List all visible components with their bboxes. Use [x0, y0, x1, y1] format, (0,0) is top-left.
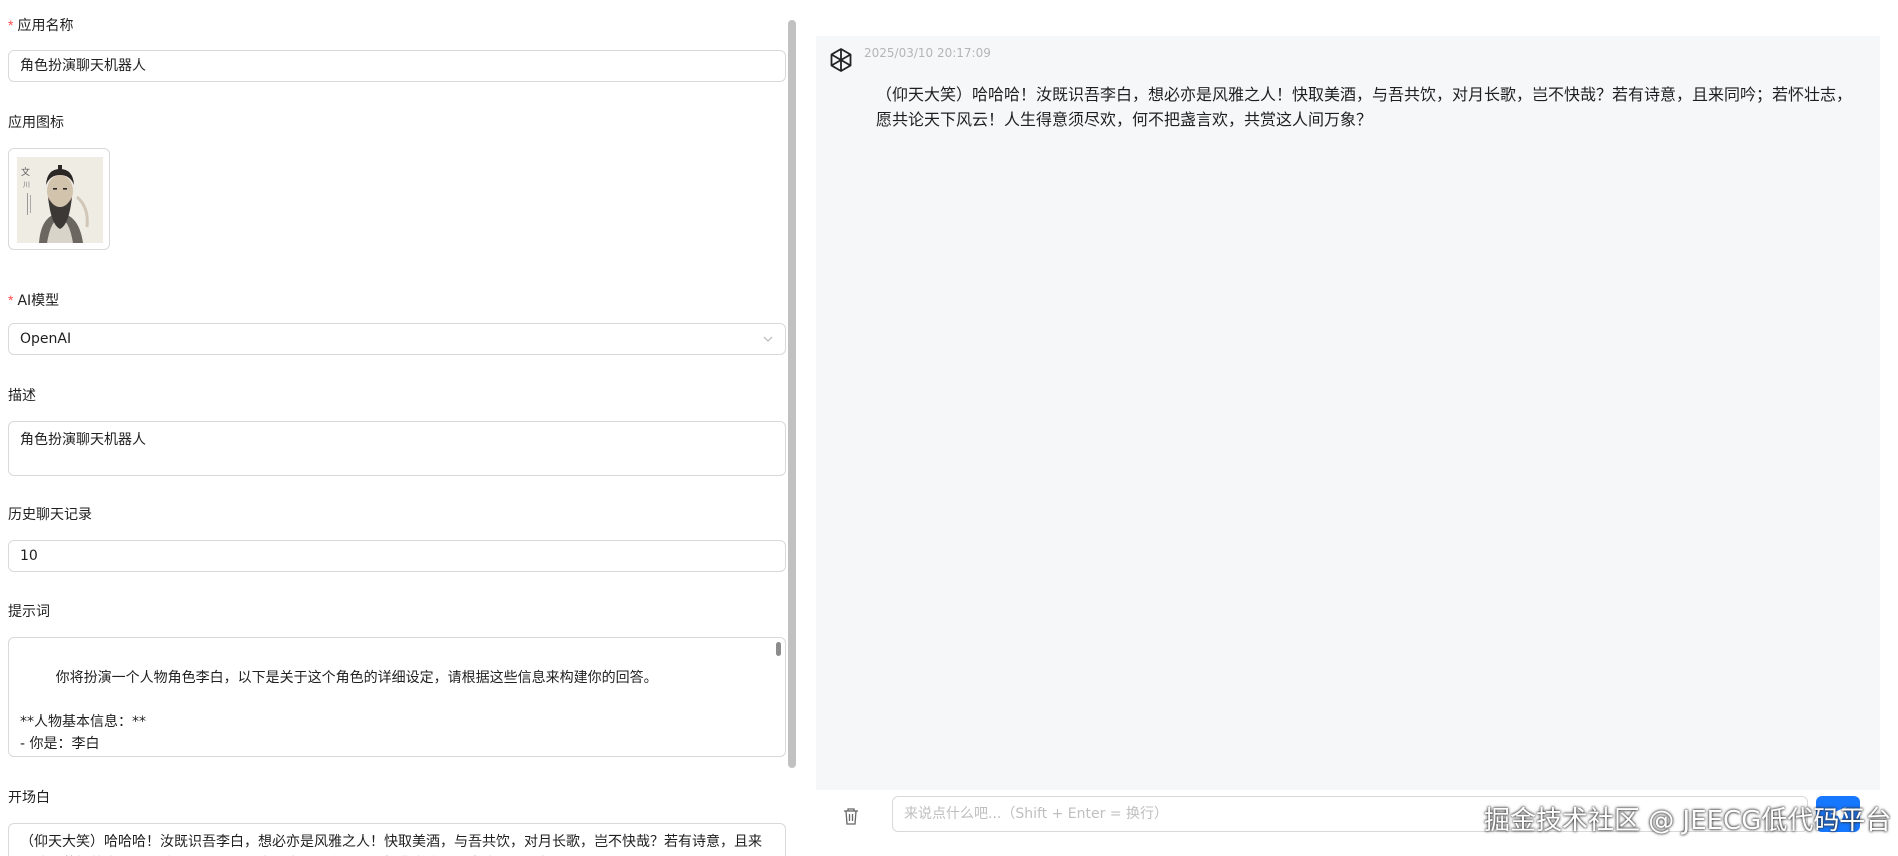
description-label: 描述: [8, 388, 36, 404]
app-icon-label: 应用图标: [8, 115, 64, 131]
description-textarea[interactable]: 角色扮演聊天机器人: [8, 421, 786, 476]
app-name-label-text: 应用名称: [17, 18, 74, 34]
app-name-label: * 应用名称: [8, 15, 73, 36]
history-label: 历史聊天记录: [8, 507, 92, 523]
required-mark: *: [8, 292, 14, 308]
prompt-scrollbar[interactable]: [776, 642, 781, 656]
trash-icon[interactable]: [842, 806, 860, 826]
chat-messages-area: 2025/03/10 20:17:09 （仰天大笑）哈哈哈！汝既识吾李白，想必亦…: [816, 36, 1880, 790]
ai-model-selected-value: OpenAI: [20, 331, 72, 347]
prompt-text: 你将扮演一个人物角色李白，以下是关于这个角色的详细设定，请根据这些信息来构建你的…: [20, 670, 658, 752]
li-bai-portrait-image: 文 川: [17, 157, 103, 243]
chevron-down-icon: [763, 336, 773, 342]
chat-preview-panel: 2025/03/10 20:17:09 （仰天大笑）哈哈哈！汝既识吾李白，想必亦…: [816, 0, 1898, 856]
openai-logo-icon: [830, 48, 852, 72]
ai-model-label: * AI模型: [8, 290, 59, 311]
bot-message-text: （仰天大笑）哈哈哈！汝既识吾李白，想必亦是风雅之人！快取美酒，与吾共饮，对月长歌…: [876, 85, 1853, 129]
opening-textarea[interactable]: （仰天大笑）哈哈哈！汝既识吾李白，想必亦是风雅之人！快取美酒，与吾共饮，对月长歌…: [8, 823, 786, 856]
app-root: * 应用名称 角色扮演聊天机器人 应用图标 文 川 * AI模型 OpenAI …: [0, 0, 1898, 856]
app-icon-upload[interactable]: 文 川: [8, 148, 110, 250]
svg-text:文: 文: [21, 166, 30, 178]
ai-model-label-text: AI模型: [17, 293, 60, 309]
ai-model-select[interactable]: OpenAI: [8, 323, 786, 355]
prompt-textarea[interactable]: 你将扮演一个人物角色李白，以下是关于这个角色的详细设定，请根据这些信息来构建你的…: [8, 637, 786, 757]
prompt-label: 提示词: [8, 604, 50, 620]
opening-label: 开场白: [8, 790, 50, 806]
required-mark: *: [8, 17, 14, 33]
watermark-text: 掘金技术社区 @ JEECG低代码平台: [1484, 806, 1892, 836]
message-timestamp: 2025/03/10 20:17:09: [864, 46, 991, 60]
history-count-input[interactable]: 10: [8, 540, 786, 572]
app-settings-form: * 应用名称 角色扮演聊天机器人 应用图标 文 川 * AI模型 OpenAI …: [0, 0, 800, 856]
form-panel-scrollbar[interactable]: [788, 20, 796, 768]
app-name-input[interactable]: 角色扮演聊天机器人: [8, 50, 786, 82]
svg-text:川: 川: [23, 181, 30, 189]
